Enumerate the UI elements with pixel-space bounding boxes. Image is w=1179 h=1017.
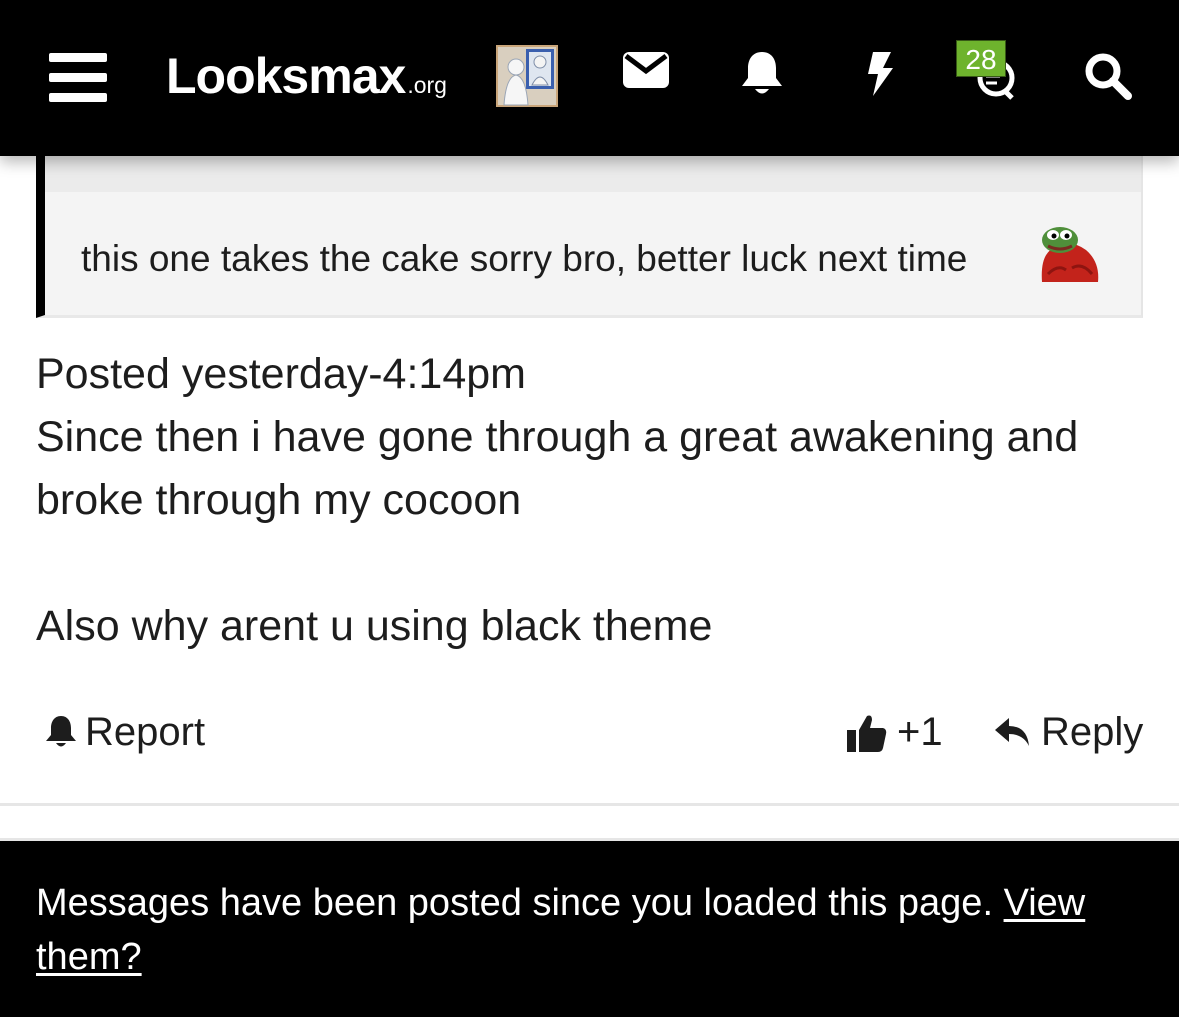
menu-icon[interactable] [49,53,107,103]
post-actions: Report +1 Reply [0,700,1179,764]
site-logo[interactable]: Looksmax.org [166,46,447,106]
like-button[interactable]: +1 [845,700,943,764]
reply-label: Reply [1041,709,1144,754]
logo-tld-text: .org [407,72,447,98]
top-navigation-bar: Looksmax.org 28 [0,0,1179,156]
post-body: Posted yesterday-4:14pm Since then i hav… [36,343,1146,658]
report-label: Report [85,709,206,754]
pepe-blanket-emoji [1036,224,1102,284]
bell-icon[interactable] [732,50,792,104]
bolt-icon[interactable] [850,50,910,104]
search-icon[interactable] [1078,50,1138,104]
post-divider [0,803,1179,806]
reply-icon [995,718,1029,746]
post-timestamp-line: Posted yesterday-4:14pm [36,350,526,398]
thumbs-up-icon [847,715,887,752]
logo-main-text: Looksmax [166,48,406,104]
quote-text: this one takes the cake sorry bro, bette… [81,238,968,279]
post-text-line: Also why arent u using black theme [36,602,713,650]
new-messages-notice: Messages have been posted since you load… [0,841,1179,1017]
quote-header [45,150,1141,192]
bell-icon [46,716,76,747]
report-button[interactable]: Report [45,700,205,764]
mail-icon[interactable] [616,50,676,104]
notice-text: Messages have been posted since you load… [36,882,993,924]
conversations-badge[interactable]: 28 [956,40,1006,77]
user-avatar[interactable] [496,45,558,107]
like-count: +1 [897,709,943,754]
post-text-line: Since then i have gone through a great a… [36,413,1079,524]
reply-button[interactable]: Reply [993,700,1143,764]
